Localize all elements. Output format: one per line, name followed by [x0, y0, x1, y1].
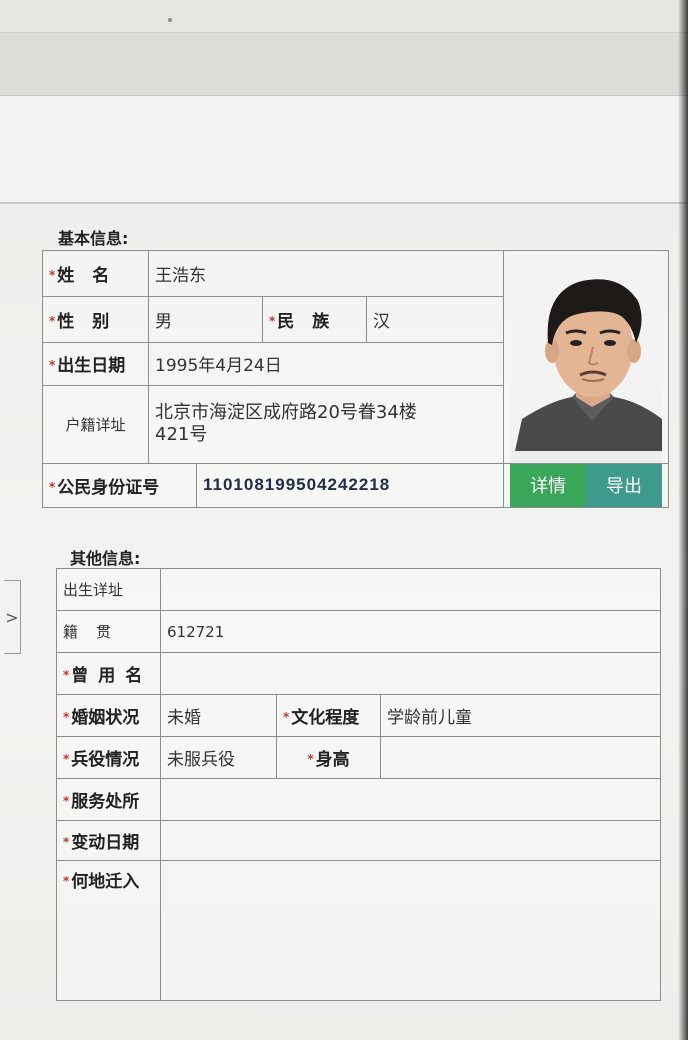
required-icon: * — [49, 358, 56, 373]
other-info-title: 其他信息: — [70, 549, 141, 568]
monitor-edge — [678, 0, 688, 1040]
household-value-line1: 北京市海淀区成府路20号眷34楼 — [155, 402, 417, 424]
former-name-label: * 曾用名 — [56, 652, 161, 695]
change-date-label: * 变动日期 — [56, 820, 161, 861]
required-icon: * — [49, 479, 56, 494]
native-place-label: 籍贯 — [56, 610, 161, 653]
required-icon: * — [283, 710, 290, 724]
marital-value: 未婚 — [160, 694, 277, 737]
required-icon: * — [269, 314, 276, 329]
change-date-value — [159, 820, 662, 861]
basic-info-title: 基本信息: — [58, 229, 129, 248]
id-value: 110108199504242218 — [196, 462, 504, 509]
service-place-label: * 服务处所 — [56, 778, 161, 821]
gender-label: * 性别 — [42, 296, 149, 344]
former-name-value — [159, 652, 662, 695]
birthdate-label: * 出生日期 — [42, 342, 149, 386]
household-value: 北京市海淀区成府路20号眷34楼 421号 — [148, 384, 504, 464]
indicator-dot — [168, 18, 172, 22]
required-icon: * — [63, 874, 70, 888]
education-value: 学龄前儿童 — [379, 694, 662, 737]
military-label: * 兵役情况 — [56, 736, 161, 779]
ethnicity-value: 汉 — [366, 296, 504, 344]
gender-value: 男 — [148, 296, 263, 344]
native-place-value: 612721 — [159, 610, 662, 653]
required-icon: * — [63, 835, 70, 849]
birthdate-value: 1995年4月24日 — [148, 342, 504, 386]
household-value-line2: 421号 — [155, 424, 208, 446]
button-cell: 详情 导出 — [503, 462, 669, 509]
required-icon: * — [49, 268, 56, 283]
required-icon: * — [63, 794, 70, 808]
education-label: * 文化程度 — [276, 694, 381, 737]
height-label: * 身高 — [276, 736, 381, 779]
id-label: * 公民身份证号 — [42, 462, 197, 509]
chevron-right-icon: > — [5, 607, 19, 627]
required-icon: * — [63, 752, 70, 766]
other-info-table: 出生详址 籍贯 612721 * 曾用名 * 婚姻状况 未婚 * 文化程度 学龄前儿童… — [56, 568, 662, 1001]
service-place-value — [159, 778, 662, 821]
portrait-image — [510, 251, 662, 451]
required-icon: * — [63, 710, 70, 724]
details-button[interactable]: 详情 — [510, 464, 586, 507]
required-icon: * — [307, 752, 314, 766]
header-band — [0, 96, 688, 204]
household-label: 户籍详址 — [42, 384, 149, 464]
height-value — [379, 736, 662, 779]
moved-from-value — [159, 860, 662, 1001]
birthplace-value — [159, 568, 662, 611]
required-icon: * — [49, 314, 56, 329]
moved-from-label: * 何地迁入 — [56, 860, 161, 1001]
id-photo — [510, 251, 662, 463]
basic-info-table: * 姓名 王浩东 * 性别 男 * 民族 汉 * 出生日期 1995年4月24日… — [42, 249, 669, 509]
name-label: * 姓名 — [42, 249, 149, 298]
photo-cell — [503, 250, 669, 464]
export-button[interactable]: 导出 — [586, 464, 662, 507]
required-icon: * — [63, 668, 70, 682]
name-value: 王浩东 — [148, 249, 504, 298]
toolbar-band — [0, 33, 688, 96]
military-value: 未服兵役 — [160, 736, 277, 779]
window-top-bar — [0, 0, 688, 33]
marital-label: * 婚姻状况 — [56, 694, 161, 737]
side-panel-toggle[interactable]: > — [4, 580, 21, 654]
ethnicity-label: * 民族 — [262, 296, 367, 344]
screen: > 基本信息: * 姓名 王浩东 * 性别 男 * 民族 汉 * 出生日期 19… — [0, 0, 688, 1040]
birthplace-label: 出生详址 — [56, 568, 161, 611]
